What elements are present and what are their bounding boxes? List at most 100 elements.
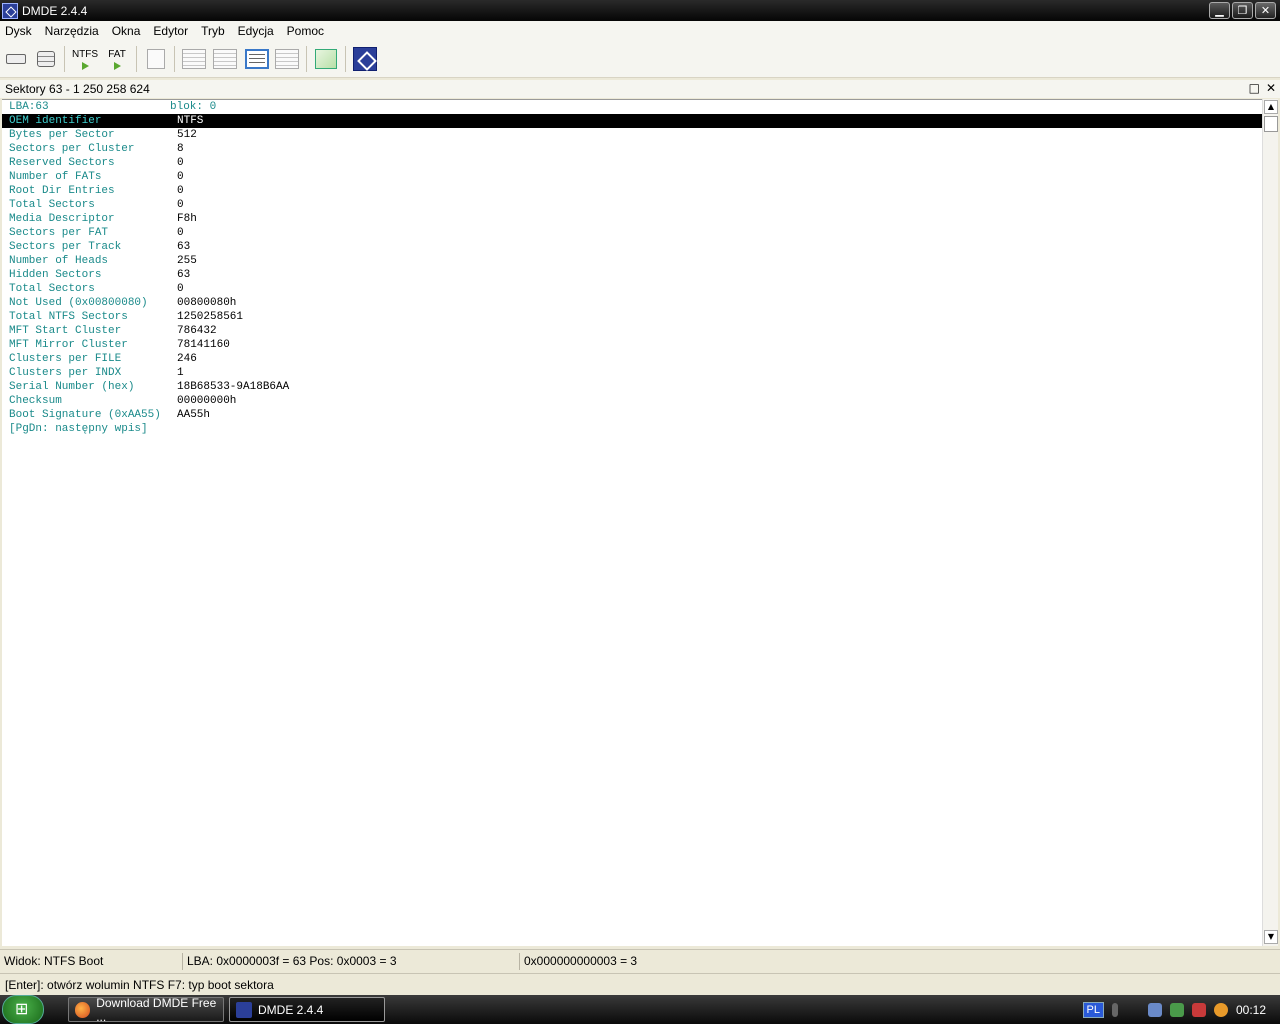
field-name: Sectors per Cluster: [9, 143, 135, 155]
field-row[interactable]: Total Sectors 0: [2, 282, 1262, 296]
boot-sector-view[interactable]: LBA:63 blok: 0 OEM identifier NTFS Bytes p…: [2, 99, 1262, 946]
system-tray: PL 00:12: [1082, 995, 1280, 1024]
field-row[interactable]: Root Dir Entries 0: [2, 184, 1262, 198]
tray-info-icon[interactable]: [1111, 1002, 1118, 1017]
field-row[interactable]: Bytes per Sector 512: [2, 128, 1262, 142]
field-row[interactable]: Hidden Sectors 63: [2, 268, 1262, 282]
field-row[interactable]: MFT Mirror Cluster 78141160: [2, 338, 1262, 352]
view-list-button[interactable]: [211, 44, 239, 74]
restore-button[interactable]: ❐: [1232, 2, 1253, 19]
close-button[interactable]: ✕: [1255, 2, 1276, 19]
task-label: DMDE 2.4.4: [258, 1002, 324, 1017]
minimize-button[interactable]: ▁: [1209, 2, 1230, 19]
partitions-button[interactable]: [34, 44, 58, 74]
field-row[interactable]: Serial Number (hex) 18B68533-9A18B6AA: [2, 380, 1262, 394]
network-icon[interactable]: [1147, 1002, 1162, 1017]
status-bar: Widok: NTFS Boot LBA: 0x0000003f = 63 Po…: [0, 949, 1280, 971]
field-name: MFT Mirror Cluster: [9, 339, 128, 351]
field-value: 255: [177, 255, 197, 267]
start-button[interactable]: [2, 995, 44, 1024]
field-name: Root Dir Entries: [9, 185, 115, 197]
status-view: Widok: NTFS Boot: [4, 954, 104, 968]
field-value: AA55h: [177, 409, 211, 421]
field-name: Not Used (0x00800080): [9, 297, 148, 309]
field-value: 63: [177, 269, 191, 281]
task-dmde[interactable]: DMDE 2.4.4: [229, 997, 385, 1022]
menu-tryb[interactable]: Tryb: [201, 24, 225, 38]
shield-icon[interactable]: [1191, 1002, 1206, 1017]
field-row[interactable]: Sectors per Track 63: [2, 240, 1262, 254]
page-icon: [147, 49, 165, 69]
field-name: Total Sectors: [9, 199, 95, 211]
next-entry-hint[interactable]: [PgDn: następny wpis]: [2, 422, 1262, 436]
field-row[interactable]: Boot Signature (0xAA55) AA55h: [2, 408, 1262, 422]
field-row[interactable]: Clusters per INDX 1: [2, 366, 1262, 380]
panel-header: Sektory 63 - 1 250 258 624 □ ✕: [0, 80, 1280, 98]
goto-icon: [315, 49, 337, 69]
menu-bar: Dysk Narzędzia Okna Edytor Tryb Edycja P…: [0, 21, 1280, 40]
view-tree-button[interactable]: [180, 44, 208, 74]
firefox-icon: [75, 1001, 91, 1018]
new-page-button[interactable]: [144, 44, 168, 74]
view-search-button[interactable]: [273, 44, 301, 74]
field-value: 63: [177, 241, 191, 253]
play-icon: [81, 61, 89, 70]
select-drive-button[interactable]: [4, 44, 28, 74]
go-to-button[interactable]: [312, 44, 340, 74]
field-row[interactable]: Number of Heads 255: [2, 254, 1262, 268]
field-row[interactable]: Clusters per FILE 246: [2, 352, 1262, 366]
title-bar: DMDE 2.4.4 ▁ ❐ ✕: [0, 0, 1280, 21]
panel-title: Sektory 63 - 1 250 258 624: [5, 82, 150, 96]
field-name: Total NTFS Sectors: [9, 311, 128, 323]
field-value: 786432: [177, 325, 217, 337]
field-row[interactable]: Not Used (0x00800080) 00800080h: [2, 296, 1262, 310]
menu-edytor[interactable]: Edytor: [153, 24, 188, 38]
language-indicator[interactable]: PL: [1082, 1001, 1104, 1018]
scroll-up-icon[interactable]: ▲: [1264, 100, 1278, 114]
update-icon[interactable]: [1213, 1002, 1228, 1017]
close-panel-icon[interactable]: ✕: [1266, 81, 1276, 95]
field-value: 00800080h: [177, 297, 237, 309]
dmde-task-icon: [236, 1001, 252, 1018]
play-icon: [113, 61, 121, 70]
field-value: F8h: [177, 213, 197, 225]
field-row[interactable]: Media Descriptor F8h: [2, 212, 1262, 226]
field-value: 0: [177, 157, 184, 169]
menu-okna[interactable]: Okna: [112, 24, 141, 38]
safely-remove-icon[interactable]: [1169, 1002, 1184, 1017]
field-value: 18B68533-9A18B6AA: [177, 381, 290, 393]
tree-view-icon: [182, 49, 206, 69]
task-firefox[interactable]: Download DMDE Free ...: [68, 996, 224, 1024]
field-name: Checksum: [9, 395, 62, 407]
menu-dysk[interactable]: Dysk: [5, 24, 32, 38]
field-row[interactable]: OEM identifier NTFS: [2, 114, 1262, 128]
field-name: Hidden Sectors: [9, 269, 102, 281]
view-template-button[interactable]: [242, 44, 272, 74]
field-value: 0: [177, 227, 184, 239]
about-button[interactable]: [351, 44, 379, 74]
vertical-scrollbar[interactable]: ▲ ▼: [1262, 99, 1278, 946]
field-row[interactable]: Total NTFS Sectors 1250258561: [2, 310, 1262, 324]
partitions-icon: [37, 51, 55, 67]
field-row[interactable]: Checksum 00000000h: [2, 394, 1262, 408]
maximize-panel-icon[interactable]: □: [1249, 81, 1260, 95]
field-row[interactable]: Sectors per Cluster 8: [2, 142, 1262, 156]
field-row[interactable]: MFT Start Cluster 786432: [2, 324, 1262, 338]
fat-search-button[interactable]: FAT: [102, 44, 132, 74]
field-value: 00000000h: [177, 395, 237, 407]
field-row[interactable]: Reserved Sectors 0: [2, 156, 1262, 170]
field-row[interactable]: Number of FATs 0: [2, 170, 1262, 184]
ntfs-search-button[interactable]: NTFS: [70, 44, 100, 74]
menu-pomoc[interactable]: Pomoc: [287, 24, 324, 38]
field-value: 0: [177, 185, 184, 197]
menu-narzedzia[interactable]: Narzędzia: [45, 24, 99, 38]
field-row[interactable]: Total Sectors 0: [2, 198, 1262, 212]
dmde-app-icon[interactable]: [2, 2, 18, 19]
status-value: 0x000000000003 = 3: [519, 953, 919, 970]
scroll-down-icon[interactable]: ▼: [1264, 930, 1278, 944]
field-name: Boot Signature (0xAA55): [9, 409, 161, 421]
field-value: 0: [177, 283, 184, 295]
menu-edycja[interactable]: Edycja: [238, 24, 274, 38]
scroll-thumb[interactable]: [1264, 116, 1278, 132]
field-row[interactable]: Sectors per FAT 0: [2, 226, 1262, 240]
